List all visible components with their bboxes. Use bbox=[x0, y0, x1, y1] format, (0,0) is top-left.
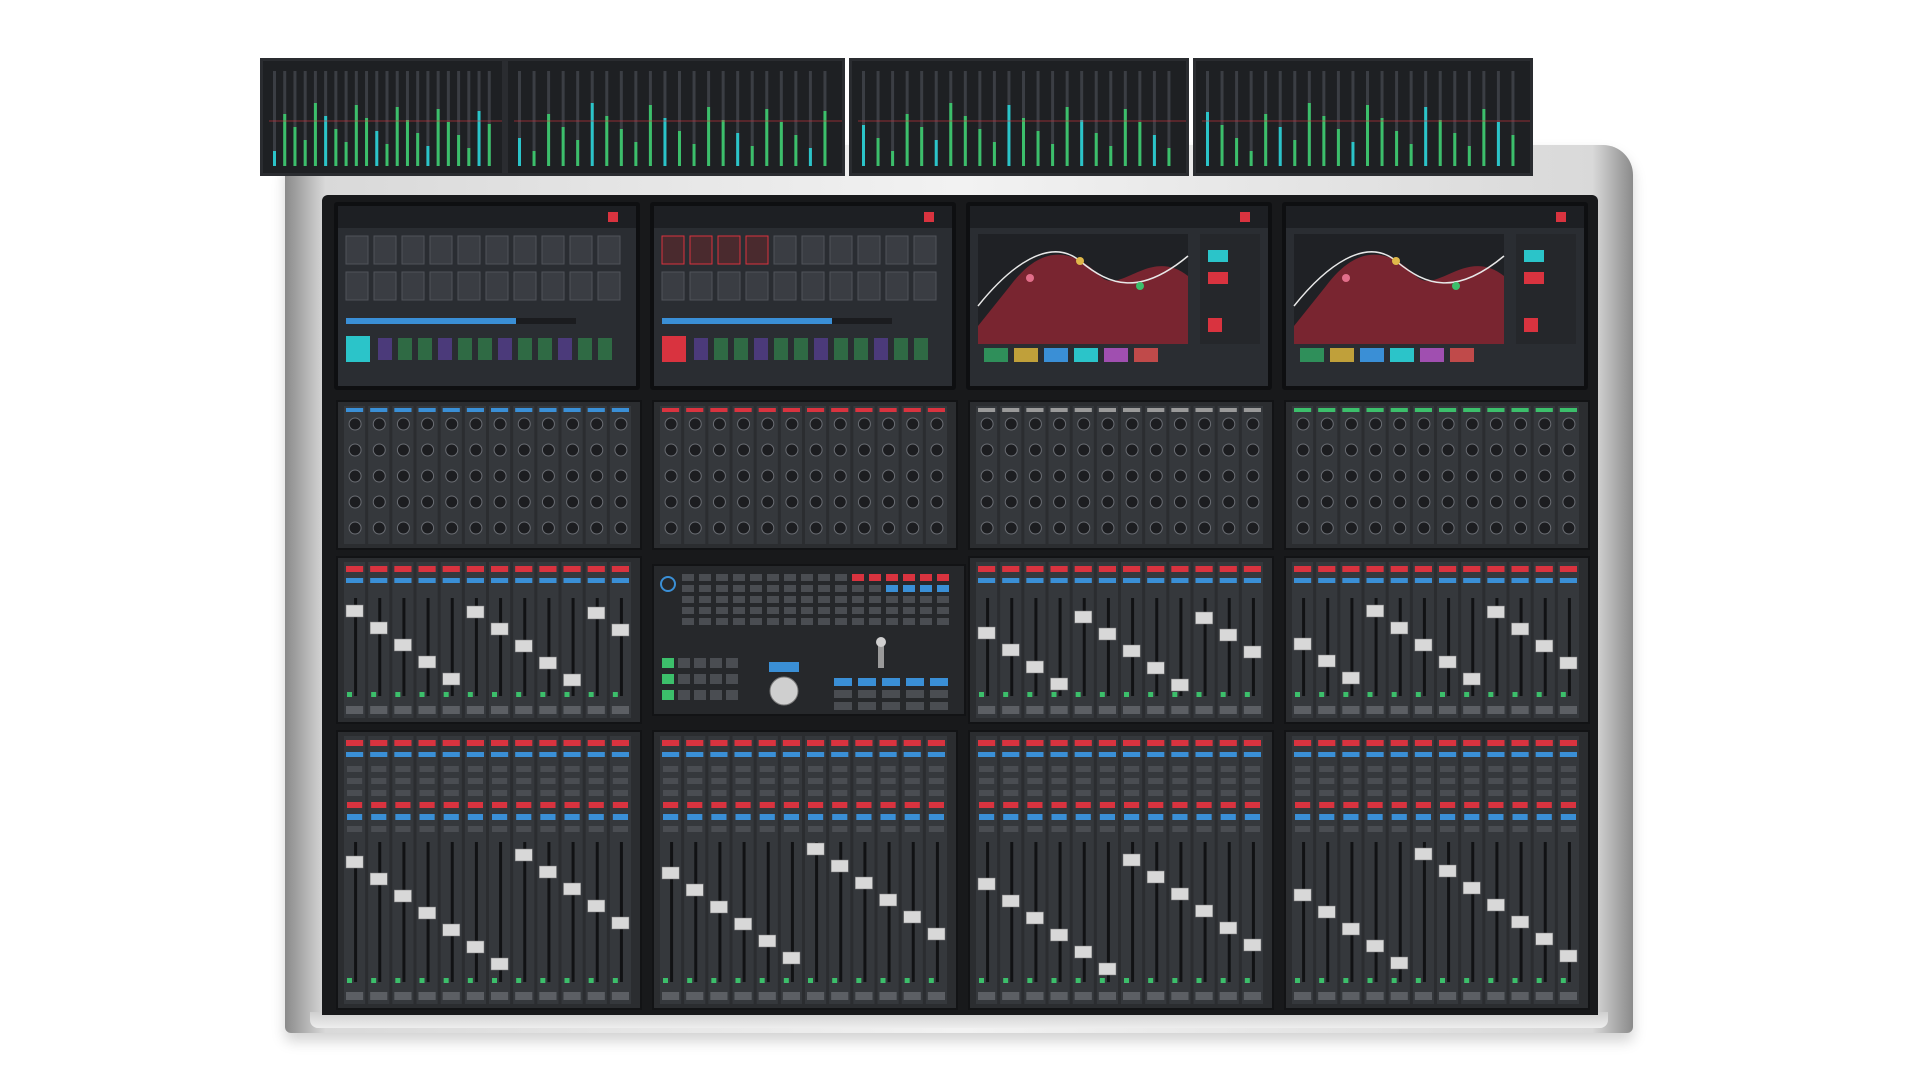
strip-graphic bbox=[344, 562, 631, 718]
fader-bay bbox=[652, 730, 958, 1010]
center-controls-graphic bbox=[660, 574, 949, 710]
strip-graphic bbox=[1292, 562, 1579, 718]
meter-panel bbox=[1193, 58, 1533, 176]
fader-bay bbox=[336, 400, 642, 550]
strip-graphic bbox=[1292, 736, 1579, 1004]
strip-graphic bbox=[660, 406, 947, 544]
fader-bay bbox=[1284, 556, 1590, 724]
meter-panel bbox=[849, 58, 1189, 176]
screen-graphic bbox=[654, 206, 952, 362]
strip-graphic bbox=[344, 736, 631, 1004]
screen-graphic bbox=[970, 206, 1268, 362]
fader-bay bbox=[968, 556, 1274, 724]
screen-graphic bbox=[338, 206, 636, 362]
strip-graphic bbox=[976, 736, 1263, 1004]
fader-bay bbox=[968, 400, 1274, 550]
touch-screen-channel-grid bbox=[334, 202, 640, 390]
fader-bay bbox=[336, 556, 642, 724]
strip-graphic bbox=[1292, 406, 1579, 544]
screen-graphic bbox=[1286, 206, 1584, 362]
strip-graphic bbox=[976, 406, 1263, 544]
meter-graphic bbox=[1202, 71, 1530, 166]
fader-bay bbox=[652, 400, 958, 550]
touch-screen-channel-grid-red bbox=[650, 202, 956, 390]
touch-screen-eq-curve bbox=[1282, 202, 1588, 390]
strip-graphic bbox=[660, 736, 947, 1004]
touch-screen-eq-curve bbox=[966, 202, 1272, 390]
meter-bridge bbox=[250, 58, 1680, 183]
strip-graphic bbox=[976, 562, 1263, 718]
fader-bay bbox=[1284, 730, 1590, 1010]
meter-graphic bbox=[514, 71, 842, 166]
meter-panel bbox=[260, 58, 505, 176]
meter-graphic bbox=[269, 71, 502, 166]
fader-bay bbox=[968, 730, 1274, 1010]
meter-panel bbox=[505, 58, 845, 176]
center-control-section bbox=[652, 564, 966, 716]
meter-graphic bbox=[858, 71, 1186, 166]
fader-bay bbox=[336, 730, 642, 1010]
touch-screen-row bbox=[334, 202, 1596, 392]
strip-graphic bbox=[344, 406, 631, 544]
fader-bay bbox=[1284, 400, 1590, 550]
